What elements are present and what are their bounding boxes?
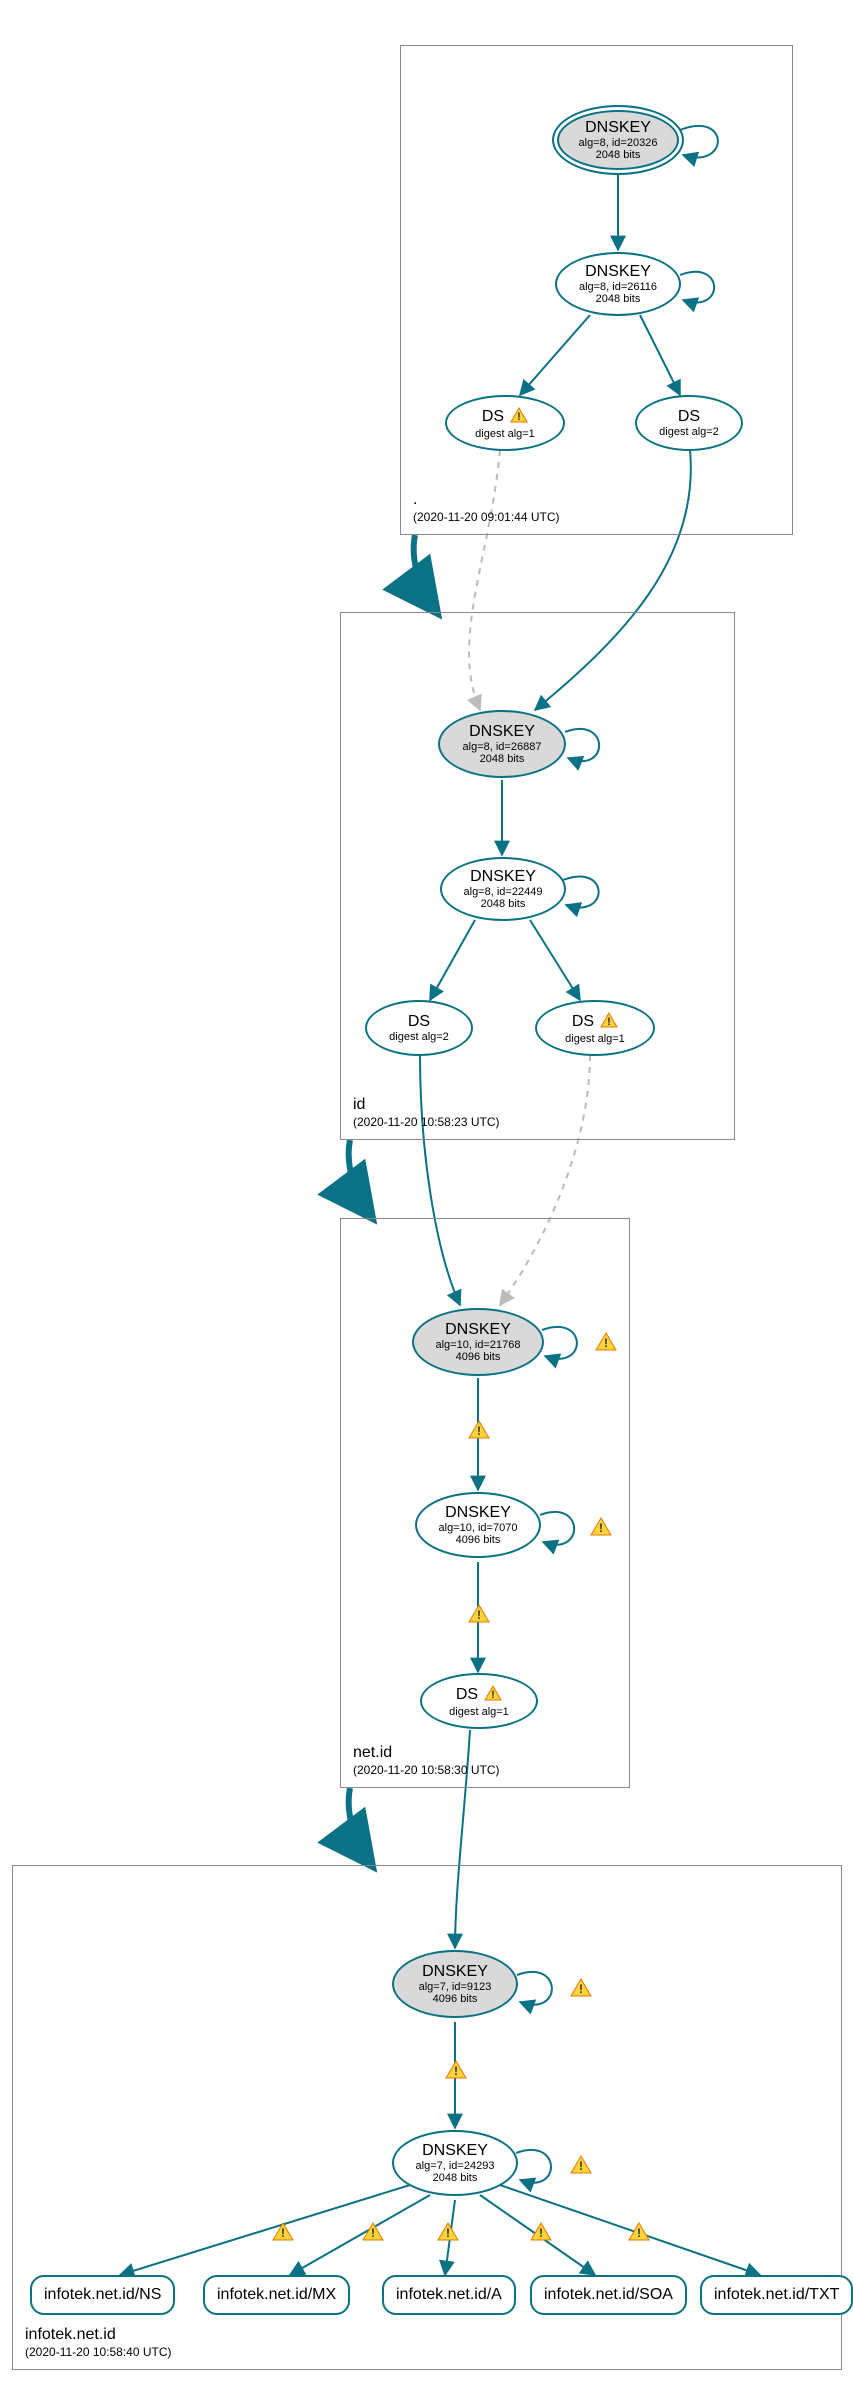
dnskey-id-zsk: DNSKEY alg=8, id=22449 2048 bits (440, 857, 566, 921)
node-title: DNSKEY (585, 119, 651, 137)
node-title: DS (572, 1013, 594, 1031)
warning-icon: ! (362, 2222, 384, 2242)
ds-id-alg1: DS ! digest alg=1 (535, 1000, 655, 1056)
node-digest: digest alg=2 (389, 1031, 449, 1043)
node-alg: alg=10, id=7070 (439, 1522, 518, 1534)
warning-icon: ! (530, 2222, 552, 2242)
node-digest: digest alg=1 (565, 1033, 625, 1045)
warning-icon: ! (570, 2155, 592, 2175)
node-bits: 4096 bits (456, 1351, 501, 1363)
rrset-a: infotek.net.id/A (382, 2275, 516, 2315)
svg-text:!: ! (371, 2226, 375, 2240)
node-digest: digest alg=1 (449, 1706, 509, 1718)
warning-icon: ! (628, 2222, 650, 2242)
svg-text:!: ! (599, 1521, 603, 1535)
rrset-label: infotek.net.id/TXT (714, 2286, 839, 2304)
node-bits: 2048 bits (481, 898, 526, 910)
rrset-mx: infotek.net.id/MX (203, 2275, 350, 2315)
node-bits: 2048 bits (596, 149, 641, 161)
warning-icon: ! (468, 1604, 490, 1624)
svg-text:!: ! (539, 2226, 543, 2240)
svg-text:!: ! (517, 411, 521, 423)
dnskey-root-zsk: DNSKEY alg=8, id=26116 2048 bits (555, 252, 681, 316)
node-bits: 2048 bits (480, 753, 525, 765)
svg-text:!: ! (477, 1424, 481, 1438)
node-title: DNSKEY (445, 1321, 511, 1339)
dnskey-infotek-zsk: DNSKEY alg=7, id=24293 2048 bits (392, 2130, 518, 2196)
dnskey-netid-ksk: DNSKEY alg=10, id=21768 4096 bits (412, 1308, 544, 1376)
node-bits: 2048 bits (433, 2172, 478, 2184)
svg-text:!: ! (579, 1982, 583, 1996)
rrset-label: infotek.net.id/MX (217, 2286, 336, 2304)
node-alg: alg=8, id=22449 (464, 886, 543, 898)
rrset-ns: infotek.net.id/NS (30, 2275, 175, 2315)
zone-name: infotek.net.id (25, 2325, 172, 2344)
svg-text:!: ! (454, 2064, 458, 2078)
zone-label: id (2020-11-20 10:58:23 UTC) (353, 1095, 500, 1129)
zone-timestamp: (2020-11-20 10:58:40 UTC) (25, 2345, 172, 2359)
rrset-label: infotek.net.id/SOA (544, 2286, 673, 2304)
node-title: DNSKEY (469, 723, 535, 741)
warning-icon: ! (272, 2222, 294, 2242)
dnskey-netid-zsk: DNSKEY alg=10, id=7070 4096 bits (415, 1492, 541, 1558)
warning-icon: ! (595, 1332, 617, 1352)
node-alg: alg=7, id=24293 (416, 2160, 495, 2172)
zone-timestamp: (2020-11-20 10:58:30 UTC) (353, 1763, 500, 1777)
zone-name: . (413, 490, 560, 509)
node-title: DS (456, 1686, 478, 1704)
node-title: DNSKEY (422, 1963, 488, 1981)
warning-icon: ! (437, 2222, 459, 2242)
warning-icon: ! (590, 1517, 612, 1537)
node-bits: 4096 bits (456, 1534, 501, 1546)
svg-text:!: ! (579, 2159, 583, 2173)
svg-text:!: ! (491, 1689, 495, 1701)
dnskey-infotek-ksk: DNSKEY alg=7, id=9123 4096 bits (392, 1950, 518, 2018)
node-title: DNSKEY (470, 868, 536, 886)
warning-icon: ! (445, 2060, 467, 2080)
zone-label: infotek.net.id (2020-11-20 10:58:40 UTC) (25, 2325, 172, 2359)
zone-label: . (2020-11-20 09:01:44 UTC) (413, 490, 560, 524)
zone-timestamp: (2020-11-20 10:58:23 UTC) (353, 1115, 500, 1129)
zone-name: net.id (353, 1743, 500, 1762)
node-digest: digest alg=2 (659, 426, 719, 438)
rrset-txt: infotek.net.id/TXT (700, 2275, 853, 2315)
warning-icon: ! (468, 1420, 490, 1440)
ds-root-alg2: DS digest alg=2 (635, 395, 743, 451)
zone-label: net.id (2020-11-20 10:58:30 UTC) (353, 1743, 500, 1777)
svg-text:!: ! (477, 1608, 481, 1622)
rrset-label: infotek.net.id/A (396, 2286, 502, 2304)
warning-icon: ! (570, 1978, 592, 1998)
zone-name: id (353, 1095, 500, 1114)
node-title: DNSKEY (422, 2142, 488, 2160)
node-title: DS (482, 408, 504, 426)
node-bits: 2048 bits (596, 293, 641, 305)
warning-icon: ! (484, 1685, 502, 1706)
rrset-soa: infotek.net.id/SOA (530, 2275, 687, 2315)
node-title: DNSKEY (445, 1504, 511, 1522)
warning-icon: ! (510, 407, 528, 428)
svg-text:!: ! (281, 2226, 285, 2240)
svg-text:!: ! (607, 1016, 611, 1028)
svg-text:!: ! (446, 2226, 450, 2240)
node-alg: alg=8, id=20326 (579, 137, 658, 149)
dnskey-root-ksk: DNSKEY alg=8, id=20326 2048 bits (552, 105, 684, 175)
zone-timestamp: (2020-11-20 09:01:44 UTC) (413, 510, 560, 524)
dnskey-id-ksk: DNSKEY alg=8, id=26887 2048 bits (438, 710, 566, 778)
warning-icon: ! (600, 1012, 618, 1033)
node-digest: digest alg=1 (475, 428, 535, 440)
node-title: DS (408, 1013, 430, 1031)
ds-id-alg2: DS digest alg=2 (365, 1000, 473, 1056)
rrset-label: infotek.net.id/NS (44, 2286, 161, 2304)
node-bits: 4096 bits (433, 1993, 478, 2005)
node-alg: alg=7, id=9123 (419, 1981, 492, 1993)
node-alg: alg=8, id=26887 (463, 741, 542, 753)
svg-text:!: ! (604, 1336, 608, 1350)
node-title: DNSKEY (585, 263, 651, 281)
ds-netid-alg1: DS ! digest alg=1 (420, 1673, 538, 1729)
node-alg: alg=8, id=26116 (579, 281, 657, 293)
ds-root-alg1: DS ! digest alg=1 (445, 395, 565, 451)
svg-text:!: ! (637, 2226, 641, 2240)
node-title: DS (678, 408, 700, 426)
node-alg: alg=10, id=21768 (435, 1339, 520, 1351)
